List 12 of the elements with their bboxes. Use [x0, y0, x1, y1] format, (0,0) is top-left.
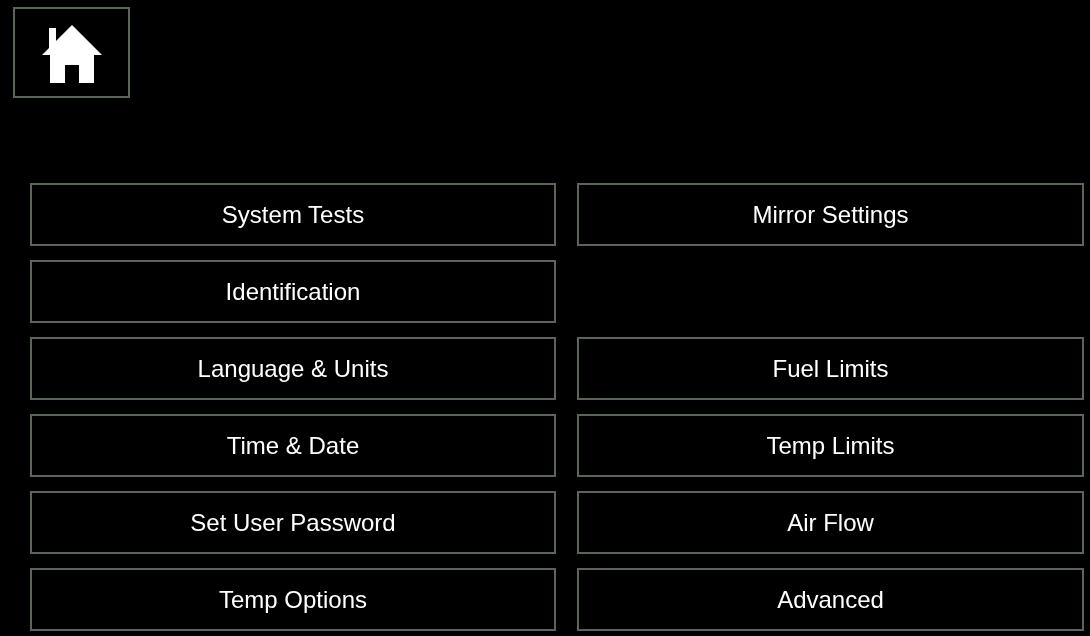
menu-button[interactable]: Temp Limits [577, 414, 1084, 477]
menu-button[interactable]: Language & Units [30, 337, 556, 400]
menu-button[interactable]: Fuel Limits [577, 337, 1084, 400]
menu-button[interactable]: Time & Date [30, 414, 556, 477]
menu-button[interactable]: Advanced [577, 568, 1084, 631]
home-button[interactable] [13, 7, 130, 98]
menu-button[interactable]: System Tests [30, 183, 556, 246]
menu-button[interactable]: Temp Options [30, 568, 556, 631]
menu-button[interactable]: Set User Password [30, 491, 556, 554]
menu-button[interactable]: Air Flow [577, 491, 1084, 554]
menu-button[interactable]: Identification [30, 260, 556, 323]
menu-button[interactable]: Mirror Settings [577, 183, 1084, 246]
